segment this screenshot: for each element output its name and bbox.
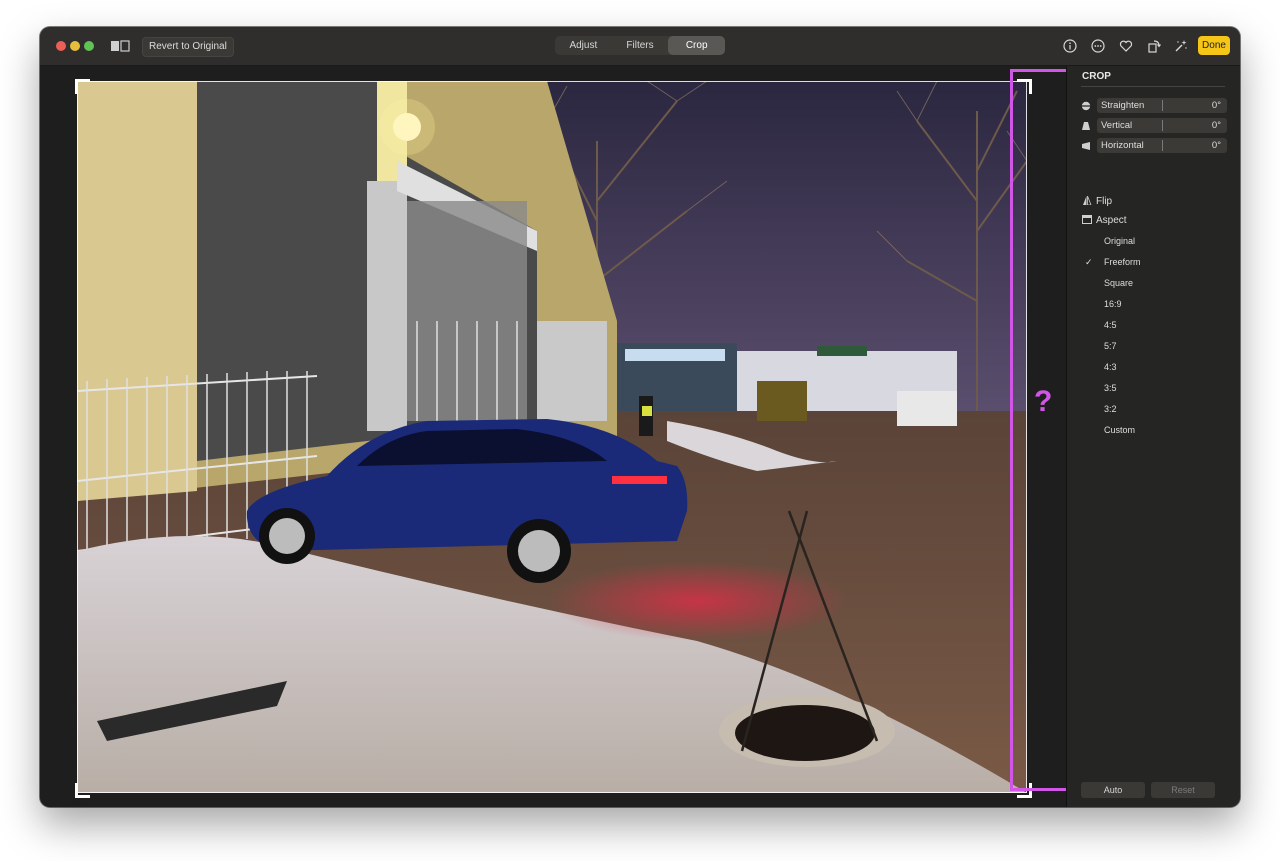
straighten-track[interactable]: Straighten 0°	[1097, 98, 1227, 113]
highlight-box	[1010, 69, 1070, 791]
tab-filters[interactable]: Filters	[612, 36, 669, 55]
revert-to-original-button[interactable]: Revert to Original	[142, 37, 234, 57]
minimize-window-button[interactable]	[70, 41, 80, 51]
straighten-icon	[1081, 101, 1091, 111]
slider-center-mark	[1162, 100, 1163, 111]
rotate-icon[interactable]	[1147, 39, 1161, 53]
vertical-perspective-icon	[1082, 122, 1090, 130]
aspect-option-custom[interactable]: Custom	[1104, 425, 1135, 435]
aspect-option-4-5[interactable]: 4:5	[1104, 320, 1117, 330]
horizontal-perspective-icon	[1082, 142, 1090, 150]
aspect-option-square[interactable]: Square	[1104, 278, 1133, 288]
edit-mode-tabs: Adjust Filters Crop	[555, 36, 726, 55]
flip-icon	[1083, 196, 1092, 205]
horizontal-value: 0°	[1211, 140, 1221, 151]
image-canvas	[40, 66, 1066, 807]
photos-editor-window: Revert to Original Adjust Filters Crop D…	[40, 27, 1240, 807]
crop-handle-bottom-left[interactable]	[75, 783, 90, 798]
crop-handle-top-left[interactable]	[75, 79, 90, 94]
straighten-value: 0°	[1211, 100, 1221, 111]
straighten-label: Straighten	[1101, 100, 1145, 111]
crop-frame[interactable]	[77, 81, 1027, 793]
aspect-label: Aspect	[1096, 215, 1127, 226]
vertical-slider[interactable]: Vertical 0°	[1081, 118, 1227, 134]
slider-center-mark	[1162, 140, 1163, 151]
flip-label: Flip	[1096, 196, 1113, 207]
aspect-option-5-7[interactable]: 5:7	[1104, 341, 1117, 351]
tab-crop[interactable]: Crop	[668, 36, 726, 55]
reset-button[interactable]: Reset	[1151, 782, 1215, 798]
auto-button[interactable]: Auto	[1081, 782, 1145, 798]
aspect-header[interactable]: Aspect	[1082, 215, 1127, 226]
vertical-track[interactable]: Vertical 0°	[1097, 118, 1227, 133]
more-icon[interactable]	[1091, 39, 1105, 53]
aspect-option-16-9[interactable]: 16:9	[1104, 299, 1122, 309]
aspect-option-3-5[interactable]: 3:5	[1104, 383, 1117, 393]
title-bar: Revert to Original Adjust Filters Crop D…	[40, 27, 1240, 66]
magic-wand-icon[interactable]	[1174, 39, 1188, 53]
aspect-option-original[interactable]: Original	[1104, 236, 1135, 246]
crop-section-title: CROP	[1082, 71, 1111, 82]
info-icon[interactable]	[1063, 39, 1077, 53]
horizontal-track[interactable]: Horizontal 0°	[1097, 138, 1227, 153]
aspect-option-3-2[interactable]: 3:2	[1104, 404, 1117, 414]
vertical-label: Vertical	[1101, 120, 1133, 131]
aspect-option-4-3[interactable]: 4:3	[1104, 362, 1117, 372]
heart-icon[interactable]	[1119, 39, 1133, 53]
divider	[1081, 86, 1225, 87]
aspect-option-freeform[interactable]: Freeform	[1104, 257, 1141, 267]
question-mark-annotation: ?	[1034, 385, 1053, 418]
aspect-icon	[1082, 215, 1092, 224]
flip-button[interactable]: Flip	[1082, 196, 1112, 207]
compare-icon[interactable]	[110, 40, 130, 52]
tab-adjust[interactable]: Adjust	[555, 36, 612, 55]
zoom-window-button[interactable]	[84, 41, 94, 51]
horizontal-slider[interactable]: Horizontal 0°	[1081, 138, 1227, 154]
horizontal-label: Horizontal	[1101, 140, 1144, 151]
close-window-button[interactable]	[56, 41, 66, 51]
crop-sidebar: CROP Straighten 0° Vertical 0° Horizonta…	[1066, 66, 1240, 807]
straighten-slider[interactable]: Straighten 0°	[1081, 98, 1227, 114]
done-button[interactable]: Done	[1198, 36, 1230, 55]
slider-center-mark	[1162, 120, 1163, 131]
checkmark-icon: ✓	[1085, 257, 1093, 267]
vertical-value: 0°	[1211, 120, 1221, 131]
